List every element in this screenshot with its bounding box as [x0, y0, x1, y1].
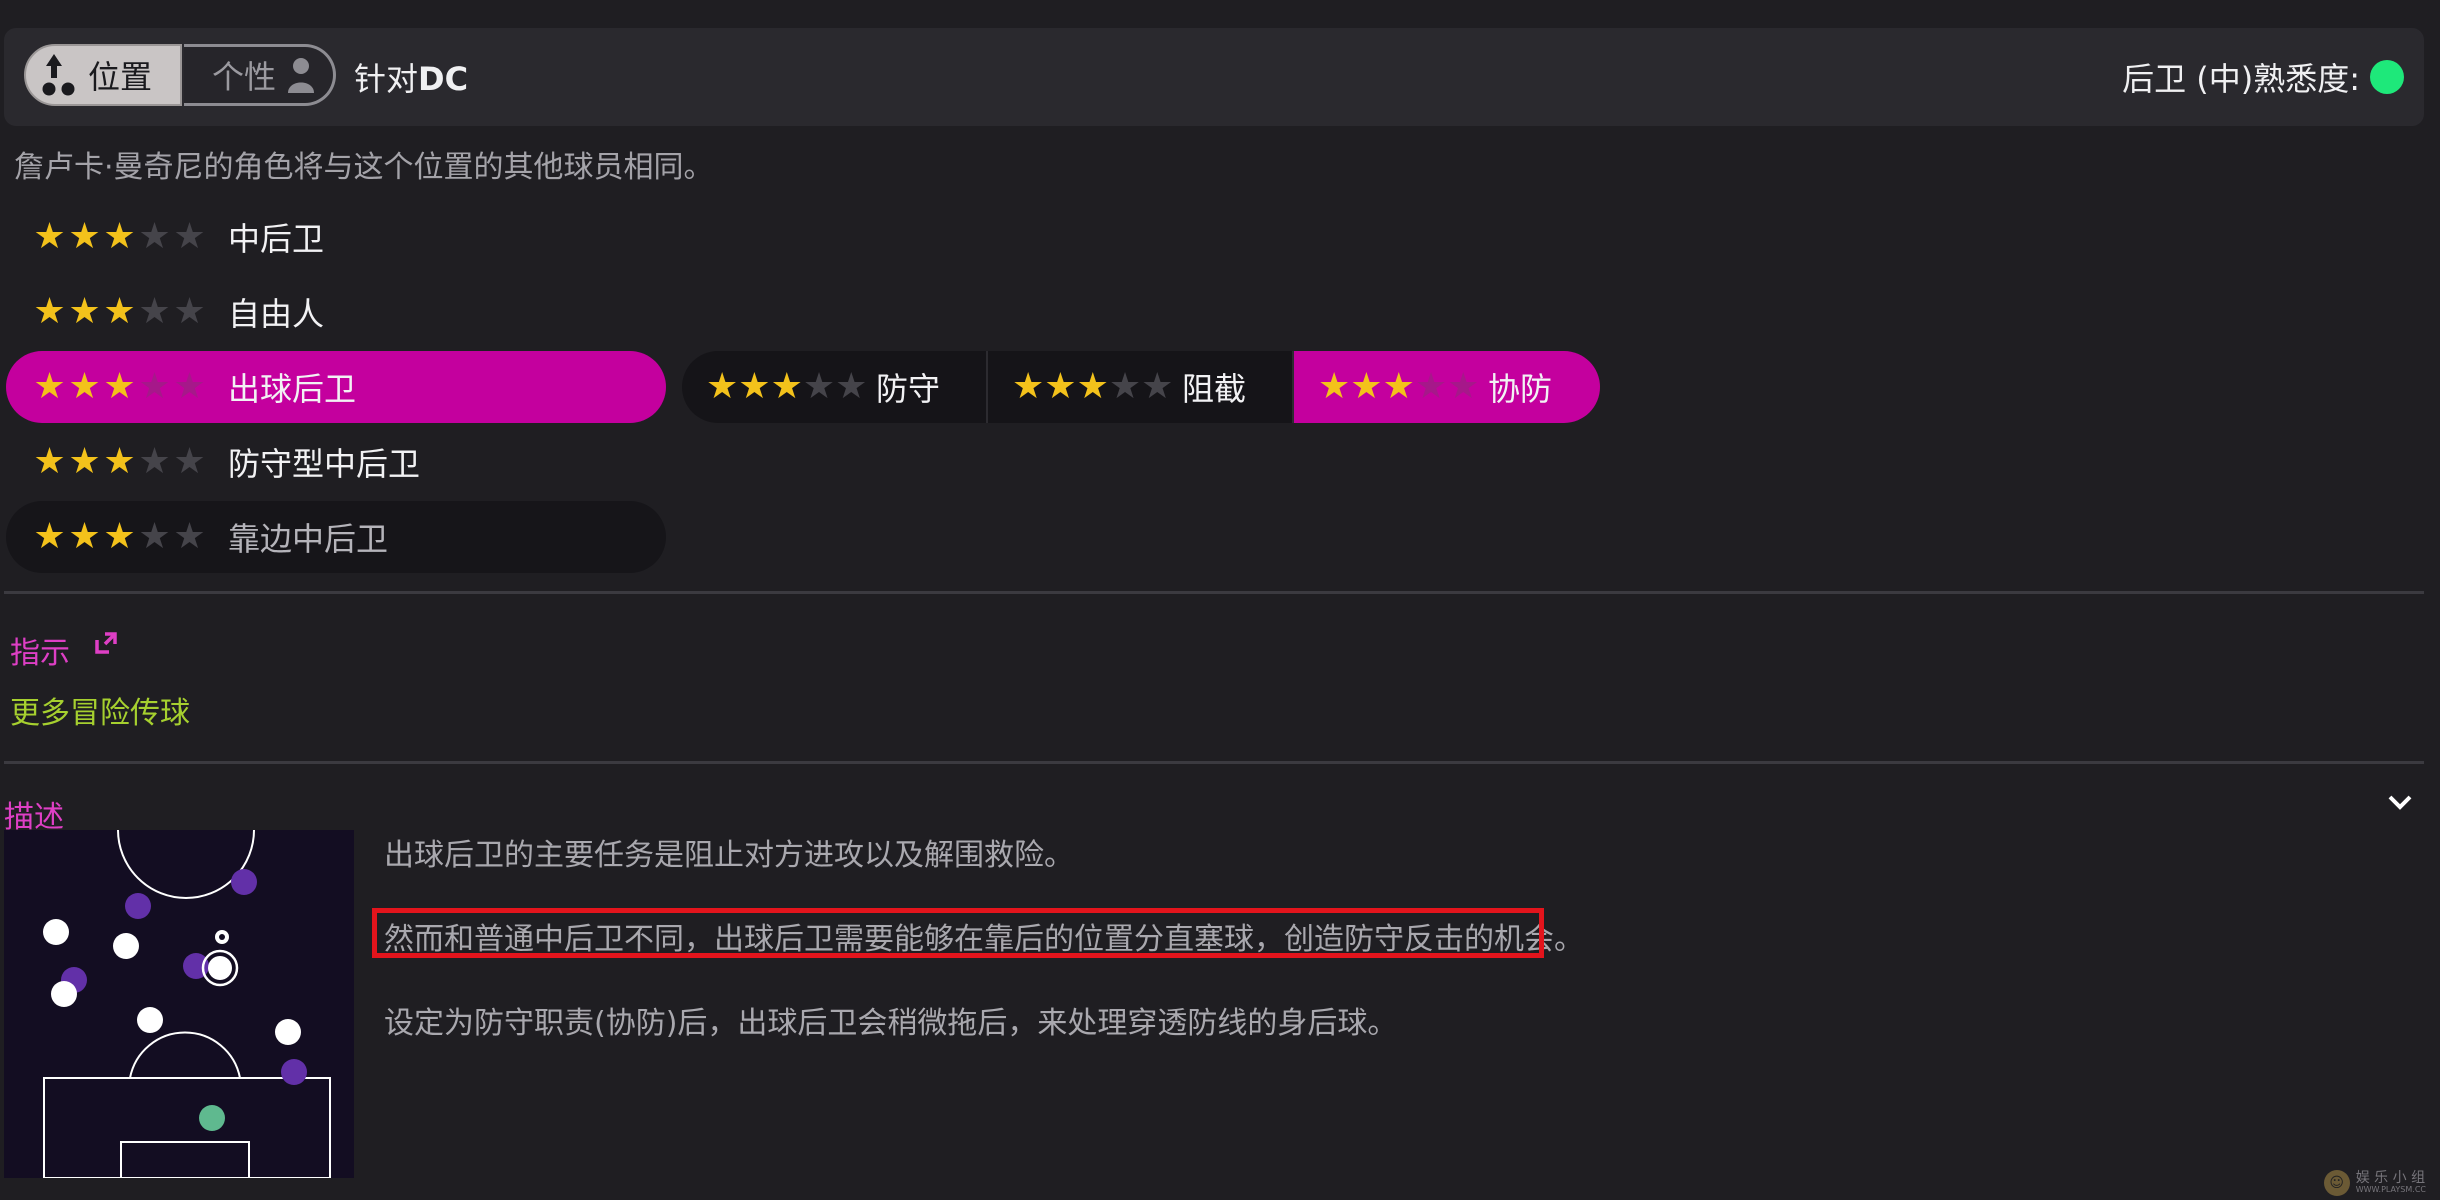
duty-label: 防守 — [876, 370, 941, 408]
role-label: 靠边中后卫 — [228, 520, 389, 558]
role-item[interactable]: ★ ★ ★ ★ ★ 出球后卫 — [6, 351, 666, 423]
role-star-rating: ★ ★ ★ ★ ★ — [32, 294, 212, 330]
familiarity-label: 后卫 (中)熟悉度: — [2122, 60, 2360, 98]
star-filled-icon: ★ — [33, 366, 66, 407]
instructions-title: 指示 — [10, 636, 70, 671]
duty-label: 协防 — [1488, 370, 1553, 408]
role-star-rating: ★ ★ ★ ★ ★ — [32, 369, 212, 405]
role-label: 中后卫 — [228, 220, 325, 258]
star-empty-icon: ★ — [173, 291, 206, 332]
watermark: ☺ 娱 乐 小 组 WWW.PLAYSM.CC — [2323, 1169, 2426, 1196]
tab-personality-label: 个性 — [212, 58, 277, 96]
star-filled-icon: ★ — [103, 366, 136, 407]
role-item[interactable]: ★ ★ ★ ★ ★ 自由人 — [6, 276, 666, 348]
watermark-logo-icon: ☺ — [2323, 1170, 2350, 1196]
role-star-rating: ★ ★ ★ ★ ★ — [32, 519, 212, 555]
description-paragraph: 设定为防守职责(协防)后，出球后卫会稍微拖后，来处理穿透防线的身后球。 — [384, 1006, 1398, 1041]
familiarity-indicator: 后卫 (中)熟悉度: — [2122, 54, 2404, 100]
duty-label: 阻截 — [1182, 370, 1247, 408]
person-icon — [288, 58, 315, 93]
header-bar: 位置 个性 针对 DC 后卫 (中)熟悉度: — [4, 28, 2424, 126]
tab-personality[interactable]: 个性 — [184, 44, 336, 106]
star-filled-icon: ★ — [1382, 366, 1415, 407]
duty-star-rating: ★ ★ ★ ★ ★ — [1318, 366, 1480, 407]
duty-option[interactable]: ★ ★ ★ ★ ★ 阻截 — [988, 351, 1294, 423]
star-filled-icon: ★ — [103, 291, 136, 332]
star-empty-icon: ★ — [138, 516, 171, 557]
star-filled-icon: ★ — [1318, 366, 1351, 407]
expand-icon[interactable] — [94, 631, 118, 655]
star-empty-icon: ★ — [173, 441, 206, 482]
section-divider — [4, 591, 2424, 594]
star-filled-icon: ★ — [738, 366, 771, 407]
star-filled-icon: ★ — [103, 441, 136, 482]
watermark-title: 娱 乐 小 组 — [2355, 1169, 2426, 1186]
role-item[interactable]: ★ ★ ★ ★ ★ 防守型中后卫 — [6, 426, 666, 498]
star-empty-icon: ★ — [1414, 366, 1448, 407]
star-empty-icon: ★ — [138, 366, 171, 407]
star-empty-icon: ★ — [173, 516, 206, 557]
star-filled-icon: ★ — [33, 291, 66, 332]
star-filled-icon: ★ — [68, 291, 101, 332]
star-filled-icon: ★ — [68, 366, 101, 407]
role-item[interactable]: ★ ★ ★ ★ ★ 靠边中后卫 — [6, 501, 666, 573]
chevron-down-icon[interactable] — [2386, 792, 2414, 812]
role-label: 防守型中后卫 — [228, 445, 421, 483]
star-empty-icon: ★ — [835, 366, 868, 407]
role-label: 自由人 — [228, 295, 325, 333]
vs-prefix: 针对 — [354, 60, 419, 98]
vs-position-label: 针对 DC — [354, 54, 468, 100]
role-star-rating: ★ ★ ★ ★ ★ — [32, 444, 212, 480]
duty-star-rating: ★ ★ ★ ★ ★ — [1012, 366, 1174, 407]
star-empty-icon: ★ — [138, 441, 171, 482]
star-filled-icon: ★ — [770, 366, 803, 407]
star-filled-icon: ★ — [33, 216, 66, 257]
highlight-box — [372, 908, 1544, 958]
role-star-rating: ★ ★ ★ ★ ★ — [32, 219, 212, 255]
role-label: 出球后卫 — [228, 370, 357, 408]
star-filled-icon: ★ — [1076, 366, 1109, 407]
star-empty-icon: ★ — [138, 216, 171, 257]
pitch-diagram — [4, 830, 354, 1178]
star-filled-icon: ★ — [68, 216, 101, 257]
tab-position[interactable]: 位置 — [24, 44, 182, 106]
duty-selector: ★ ★ ★ ★ ★ 防守 ★ ★ ★ ★ ★ 阻截 ★ ★ ★ ★ ★ 协防 — [682, 351, 1600, 423]
instruction-item: 更多冒险传球 — [10, 696, 190, 731]
star-empty-icon: ★ — [173, 216, 206, 257]
tab-position-label: 位置 — [88, 58, 153, 96]
star-filled-icon: ★ — [103, 516, 136, 557]
role-note: 詹卢卡·曼奇尼的角色将与这个位置的其他球员相同。 — [14, 150, 714, 185]
star-filled-icon: ★ — [1350, 366, 1383, 407]
star-filled-icon: ★ — [103, 216, 136, 257]
star-filled-icon: ★ — [33, 441, 66, 482]
vs-code: DC — [418, 60, 469, 98]
star-filled-icon: ★ — [706, 366, 739, 407]
duty-option[interactable]: ★ ★ ★ ★ ★ 防守 — [682, 351, 988, 423]
star-empty-icon: ★ — [138, 291, 171, 332]
role-item[interactable]: ★ ★ ★ ★ ★ 中后卫 — [6, 201, 666, 273]
duty-star-rating: ★ ★ ★ ★ ★ — [706, 366, 868, 407]
star-empty-icon: ★ — [1108, 366, 1142, 407]
position-icon — [42, 54, 75, 96]
star-filled-icon: ★ — [1044, 366, 1077, 407]
star-filled-icon: ★ — [1012, 366, 1045, 407]
view-toggle: 位置 个性 — [24, 44, 336, 106]
familiarity-status-dot — [2370, 60, 2404, 94]
star-empty-icon: ★ — [173, 366, 206, 407]
star-empty-icon: ★ — [1141, 366, 1174, 407]
star-filled-icon: ★ — [68, 516, 101, 557]
description-paragraph: 出球后卫的主要任务是阻止对方进攻以及解围救险。 — [384, 838, 1074, 873]
watermark-url: WWW.PLAYSM.CC — [2355, 1185, 2426, 1195]
section-divider — [4, 761, 2424, 764]
duty-option[interactable]: ★ ★ ★ ★ ★ 协防 — [1294, 351, 1600, 423]
star-filled-icon: ★ — [68, 441, 101, 482]
star-empty-icon: ★ — [1447, 366, 1480, 407]
star-filled-icon: ★ — [33, 516, 66, 557]
star-empty-icon: ★ — [802, 366, 836, 407]
watermark-text: 娱 乐 小 组 WWW.PLAYSM.CC — [2355, 1169, 2426, 1195]
